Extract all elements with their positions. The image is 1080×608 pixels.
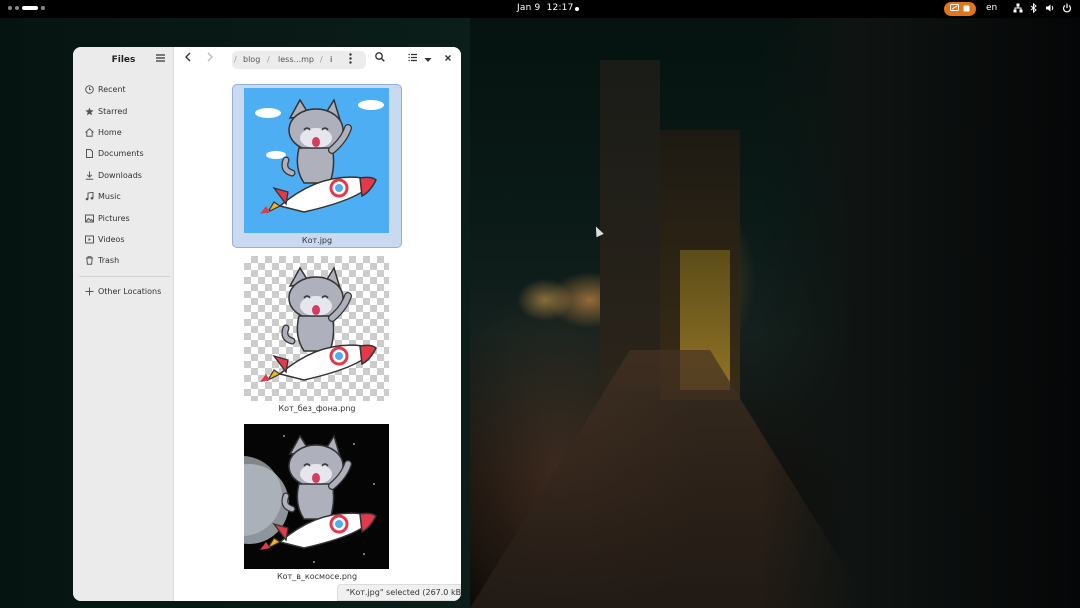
- view-mode-button[interactable]: [408, 52, 417, 66]
- sidebar-item-label: Home: [98, 127, 122, 137]
- list-view-icon: [408, 53, 417, 62]
- file-thumbnail[interactable]: [244, 256, 389, 401]
- volume-icon: [1045, 3, 1055, 16]
- cat-rocket-illustration: [260, 266, 377, 382]
- system-menu[interactable]: [1013, 2, 1072, 16]
- search-icon: [375, 52, 385, 62]
- bluetooth-icon: [1030, 2, 1038, 16]
- path-segment-current[interactable]: i: [330, 55, 332, 64]
- clock-date: Jan 9: [517, 3, 541, 13]
- path-separator: /: [234, 55, 237, 64]
- sidebar-item-label: Pictures: [98, 213, 130, 223]
- workspace-indicator[interactable]: [8, 6, 45, 10]
- notification-dot: [575, 7, 579, 11]
- workspace-dot[interactable]: [8, 6, 12, 10]
- language-indicator[interactable]: en: [986, 3, 997, 13]
- view-options-dropdown[interactable]: [424, 53, 432, 67]
- sidebar-item-other-locations[interactable]: Other Locations: [73, 281, 174, 302]
- sidebar-item-recent[interactable]: Recent: [73, 79, 174, 100]
- sidebar-item-label: Documents: [98, 149, 144, 159]
- path-menu-button[interactable]: [349, 53, 352, 67]
- path-separator: /: [320, 55, 323, 64]
- path-separator: /: [267, 55, 270, 64]
- screen-recording-indicator[interactable]: [944, 2, 976, 16]
- back-button[interactable]: [184, 52, 192, 66]
- sidebar-item-label: Music: [98, 192, 121, 202]
- sidebar: Files Recent Starred Home Documents Down…: [73, 47, 174, 601]
- file-name[interactable]: Кот.jpg: [232, 236, 402, 245]
- chevron-down-icon: [424, 58, 432, 62]
- sidebar-header: Files: [73, 47, 173, 73]
- clock-icon: [84, 85, 94, 95]
- close-window-button[interactable]: [444, 52, 452, 66]
- picture-icon: [84, 213, 94, 223]
- kebab-menu-icon: [349, 53, 352, 64]
- file-name[interactable]: Кот_в_космосе.png: [232, 572, 402, 581]
- file-view: / blog / less...mp / i Кот.jpg Кот_без_ф…: [174, 47, 461, 601]
- clock[interactable]: Jan 9 12:17: [517, 3, 574, 13]
- close-icon: [445, 55, 451, 61]
- header-bar: / blog / less...mp / i: [174, 47, 461, 73]
- path-segment-blog[interactable]: blog: [243, 55, 260, 64]
- clock-time: 12:17: [546, 3, 574, 13]
- workspace-active[interactable]: [22, 6, 38, 10]
- chevron-right-icon: [207, 52, 213, 62]
- download-icon: [84, 170, 94, 180]
- plus-icon: [84, 286, 94, 296]
- cat-rocket-illustration: [255, 98, 384, 214]
- workspace-dot[interactable]: [15, 6, 19, 10]
- sidebar-item-label: Trash: [98, 256, 120, 266]
- search-button[interactable]: [375, 52, 385, 66]
- chevron-left-icon: [185, 52, 191, 62]
- hamburger-icon: [156, 54, 165, 62]
- network-icon: [1013, 3, 1023, 16]
- sidebar-item-label: Recent: [98, 85, 126, 95]
- path-bar: / blog / less...mp / i: [232, 51, 366, 69]
- video-icon: [84, 234, 94, 244]
- screen-share-icon: [950, 4, 959, 14]
- selection-status: "Кот.jpg" selected (267.0 kB): [337, 584, 461, 601]
- sidebar-divider: [79, 275, 170, 277]
- sidebar-item-pictures[interactable]: Pictures: [73, 207, 174, 228]
- sidebar-item-downloads[interactable]: Downloads: [73, 165, 174, 186]
- file-thumbnail[interactable]: [244, 88, 389, 233]
- music-icon: [84, 192, 94, 202]
- wallpaper-right-wall: [760, 0, 1080, 608]
- sidebar-item-music[interactable]: Music: [73, 186, 174, 207]
- sidebar-item-label: Starred: [98, 106, 128, 116]
- sidebar-item-label: Downloads: [98, 170, 142, 180]
- places-list: Recent Starred Home Documents Downloads …: [73, 79, 174, 302]
- workspace-dot[interactable]: [41, 6, 45, 10]
- forward-button[interactable]: [206, 52, 214, 66]
- sidebar-item-trash[interactable]: Trash: [73, 250, 174, 271]
- sidebar-item-starred[interactable]: Starred: [73, 100, 174, 121]
- rocket-figure: [260, 176, 377, 214]
- top-bar: Jan 9 12:17 en: [0, 0, 1080, 18]
- sidebar-item-label: Other Locations: [98, 286, 162, 296]
- wallpaper-building: [600, 60, 660, 390]
- cat-figure: [281, 98, 352, 184]
- home-icon: [84, 127, 94, 137]
- cat-space-illustration: [244, 434, 377, 563]
- sidebar-item-home[interactable]: Home: [73, 122, 174, 143]
- sidebar-item-videos[interactable]: Videos: [73, 229, 174, 250]
- file-thumbnail[interactable]: [244, 424, 389, 569]
- files-window: Files Recent Starred Home Documents Down…: [73, 47, 461, 601]
- path-segment-lessons[interactable]: less...mp: [278, 55, 314, 64]
- document-icon: [84, 149, 94, 159]
- file-name[interactable]: Кот_без_фона.png: [232, 404, 402, 413]
- power-icon: [1062, 3, 1072, 16]
- sidebar-item-documents[interactable]: Documents: [73, 143, 174, 164]
- hamburger-menu-button[interactable]: [156, 54, 165, 65]
- star-icon: [84, 106, 94, 116]
- record-stop-icon: [963, 5, 970, 14]
- sidebar-item-label: Videos: [98, 234, 125, 244]
- trash-icon: [84, 256, 94, 266]
